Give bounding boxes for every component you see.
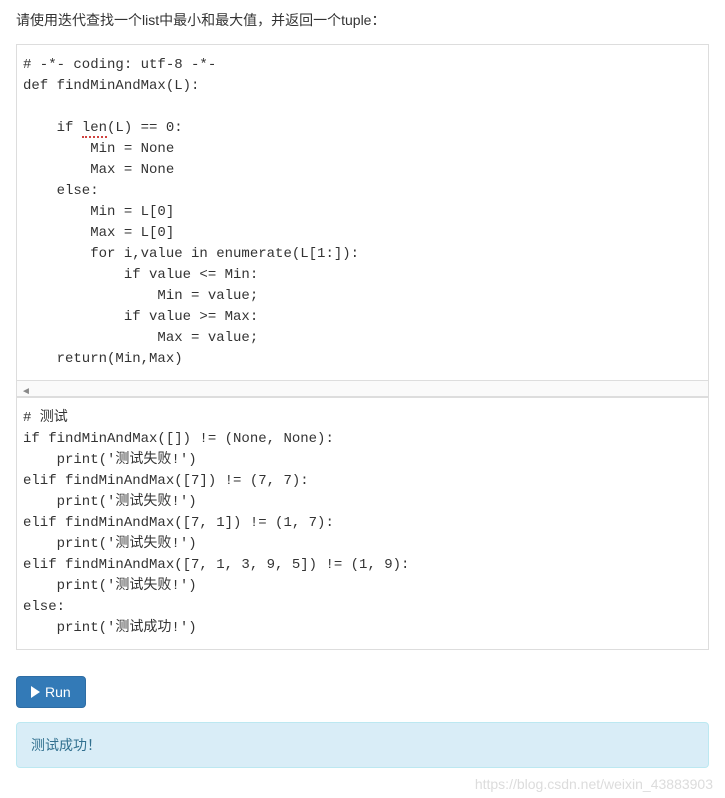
code-content-1: # -*- coding: utf-8 -*- def findMinAndMa… xyxy=(23,55,698,370)
run-button[interactable]: Run xyxy=(16,676,86,708)
code-content-2: # 测试 if findMinAndMax([]) != (None, None… xyxy=(23,408,698,639)
run-button-label: Run xyxy=(45,684,71,700)
scroll-left-icon: ◄ xyxy=(17,386,35,397)
output-text: 测试成功！ xyxy=(31,737,101,753)
code-block-2: # 测试 if findMinAndMax([]) != (None, None… xyxy=(16,397,709,650)
play-icon xyxy=(31,686,40,698)
code-block-1: # -*- coding: utf-8 -*- def findMinAndMa… xyxy=(16,44,709,381)
code-scrollbar[interactable]: ◄ xyxy=(16,381,709,397)
intro-text: 请使用迭代查找一个list中最小和最大值，并返回一个tuple： xyxy=(16,10,709,30)
output-box: 测试成功！ xyxy=(16,722,709,768)
len-underline: len xyxy=(82,120,107,138)
